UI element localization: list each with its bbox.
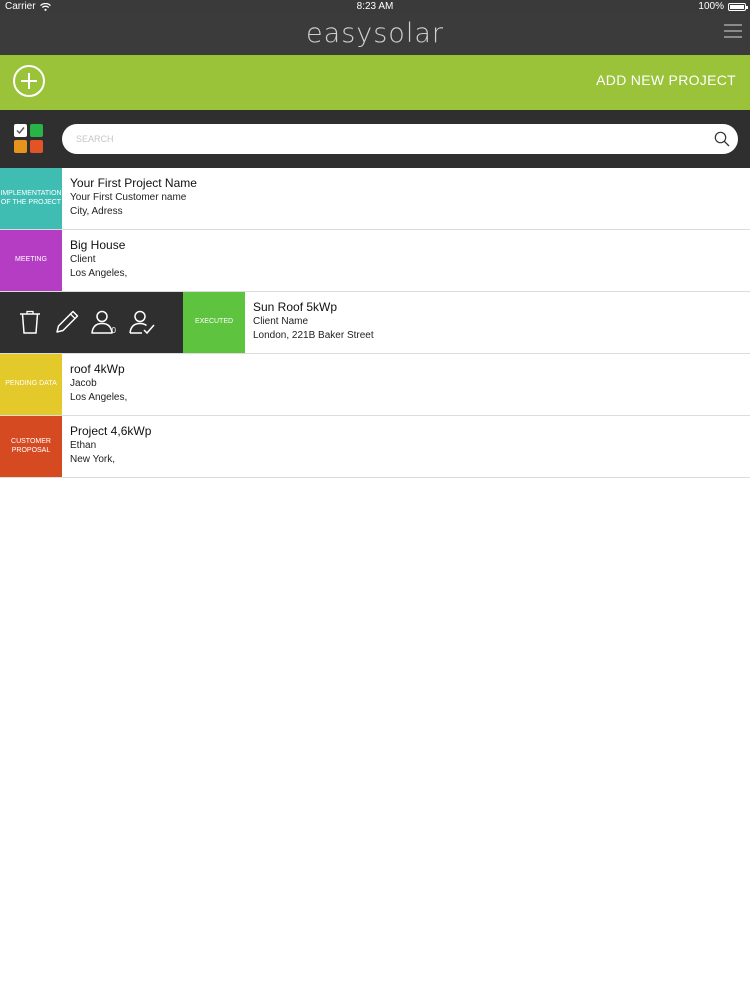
project-address: City, Adress [70, 206, 123, 217]
edit-button[interactable] [53, 308, 81, 336]
delete-button[interactable] [16, 308, 44, 336]
filter-cell-orange [14, 140, 27, 153]
status-label: CUSTOMER PROPOSAL [0, 416, 62, 477]
add-new-project-button[interactable]: ADD NEW PROJECT [596, 72, 736, 88]
hamburger-menu-icon[interactable] [724, 24, 742, 38]
status-label: MEETING [0, 230, 62, 291]
battery-icon [728, 2, 748, 11]
search-input[interactable] [62, 124, 738, 154]
project-info: Your First Project Name Your First Custo… [70, 176, 197, 217]
project-info: Sun Roof 5kWp Client Name London, 221B B… [253, 300, 374, 341]
project-row-swiped[interactable]: 0 EXECUTED Sun Roof 5kWp Client Name Lon… [0, 292, 750, 354]
project-name: roof 4kWp [70, 362, 125, 376]
checkmark-icon [16, 127, 25, 135]
project-row[interactable]: CUSTOMER PROPOSAL Project 4,6kWp Ethan N… [0, 416, 750, 478]
clock: 8:23 AM [356, 1, 394, 12]
search-icon[interactable] [714, 131, 730, 147]
project-info: roof 4kWp Jacob Los Angeles, [70, 362, 127, 403]
project-row[interactable]: MEETING Big House Client Los Angeles, [0, 230, 750, 292]
filter-cell-green [30, 124, 43, 137]
user-check-icon [129, 310, 155, 335]
status-label: EXECUTED [183, 292, 245, 353]
status-label: PENDING DATA [0, 354, 62, 415]
project-name: Your First Project Name [70, 176, 197, 190]
trash-icon [20, 310, 40, 334]
pencil-icon [56, 310, 79, 333]
status-label: IMPLEMENTATION OF THE PROJECT [0, 168, 62, 229]
row-actions: 0 [0, 292, 183, 353]
status-bar: Carrier 8:23 AM 100% [0, 0, 750, 14]
assign-count: 0 [112, 326, 117, 335]
project-address: Los Angeles, [70, 268, 128, 279]
app-logo: easysolar [306, 18, 444, 49]
approve-user-button[interactable] [128, 308, 156, 336]
project-address: Los Angeles, [70, 392, 128, 403]
project-name: Project 4,6kWp [70, 424, 152, 438]
user-icon: 0 [91, 310, 117, 335]
battery-percent: 100% [698, 1, 724, 12]
project-info: Project 4,6kWp Ethan New York, [70, 424, 151, 465]
filter-cell-checked [14, 124, 27, 137]
project-name: Big House [70, 238, 126, 252]
customer-name: Jacob [70, 378, 97, 389]
customer-name: Client [70, 254, 96, 265]
customer-name: Ethan [70, 440, 97, 451]
customer-name: Client Name [253, 316, 309, 327]
project-address: London, 221B Baker Street [253, 330, 374, 341]
project-name: Sun Roof 5kWp [253, 300, 338, 314]
project-list: IMPLEMENTATION OF THE PROJECT Your First… [0, 168, 750, 478]
assign-user-button[interactable]: 0 [90, 308, 118, 336]
filter-cell-red [30, 140, 43, 153]
app-header: easysolar [0, 14, 750, 55]
plus-circle-icon[interactable] [13, 65, 45, 97]
project-row[interactable]: IMPLEMENTATION OF THE PROJECT Your First… [0, 168, 750, 230]
search-bar [0, 110, 750, 168]
customer-name: Your First Customer name [70, 192, 187, 203]
project-row[interactable]: PENDING DATA roof 4kWp Jacob Los Angeles… [0, 354, 750, 416]
project-address: New York, [70, 454, 116, 465]
battery-indicator: 100% [698, 1, 748, 12]
status-filter-icon[interactable] [14, 124, 44, 154]
add-project-bar[interactable]: ADD NEW PROJECT [0, 55, 750, 110]
project-info: Big House Client Los Angeles, [70, 238, 127, 279]
